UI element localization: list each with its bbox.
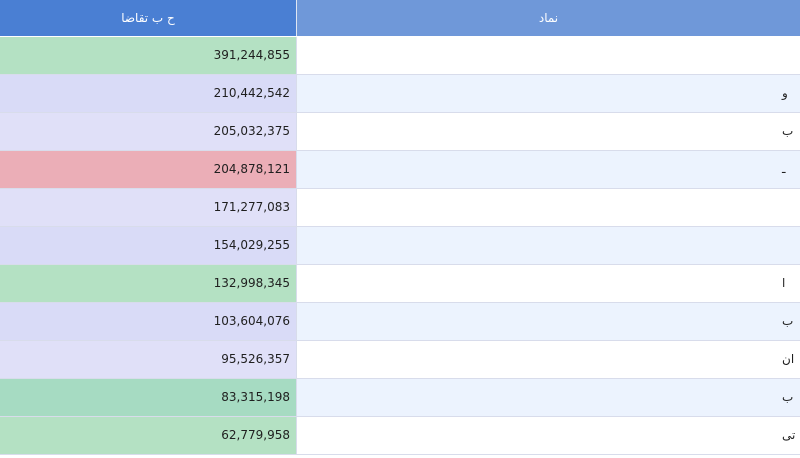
symbol-text: ـ [782, 162, 786, 176]
table-row[interactable]: 62,779,958 تی [0, 417, 800, 455]
symbol-cell: ب [297, 303, 800, 340]
symbol-cell: ب [297, 379, 800, 416]
table-row[interactable]: 204,878,121 ـ [0, 151, 800, 189]
symbol-text: ب [782, 314, 794, 328]
symbol-text: ان [782, 352, 795, 366]
demand-value-cell: 95,526,357 [0, 341, 297, 378]
demand-value-cell: 204,878,121 [0, 151, 297, 188]
column-header-symbol[interactable]: نماد [297, 0, 800, 36]
data-table: ح ب تقاضا نماد 391,244,855 210,442,542 و… [0, 0, 800, 455]
symbol-cell: تی [297, 417, 800, 454]
symbol-cell [297, 37, 800, 74]
table-row[interactable]: 171,277,083 [0, 189, 800, 227]
table-row[interactable]: 205,032,375 ب [0, 113, 800, 151]
symbol-text: و [782, 86, 788, 100]
table-row[interactable]: 210,442,542 و [0, 75, 800, 113]
demand-value-cell: 210,442,542 [0, 75, 297, 112]
table-row[interactable]: 103,604,076 ب [0, 303, 800, 341]
table-header-row: ح ب تقاضا نماد [0, 0, 800, 37]
symbol-cell: ـ [297, 151, 800, 188]
symbol-cell: ب [297, 113, 800, 150]
demand-value-cell: 154,029,255 [0, 227, 297, 264]
symbol-cell [297, 189, 800, 226]
symbol-text: ب [782, 124, 794, 138]
demand-value-cell: 171,277,083 [0, 189, 297, 226]
table-row[interactable]: 83,315,198 ب [0, 379, 800, 417]
table-row[interactable]: 95,526,357 ان [0, 341, 800, 379]
table-row[interactable]: 132,998,345 ا [0, 265, 800, 303]
demand-value-cell: 103,604,076 [0, 303, 297, 340]
demand-value-cell: 391,244,855 [0, 37, 297, 74]
table-row[interactable]: 391,244,855 [0, 37, 800, 75]
symbol-cell: ان [297, 341, 800, 378]
demand-value-cell: 83,315,198 [0, 379, 297, 416]
demand-value-cell: 62,779,958 [0, 417, 297, 454]
symbol-text: ا [782, 276, 786, 290]
symbol-text: تی [782, 428, 796, 442]
symbol-cell: ا [297, 265, 800, 302]
symbol-text: ب [782, 390, 794, 404]
demand-value-cell: 132,998,345 [0, 265, 297, 302]
symbol-cell [297, 227, 800, 264]
symbol-cell: و [297, 75, 800, 112]
table-row[interactable]: 154,029,255 [0, 227, 800, 265]
demand-value-cell: 205,032,375 [0, 113, 297, 150]
column-header-demand[interactable]: ح ب تقاضا [0, 0, 297, 36]
